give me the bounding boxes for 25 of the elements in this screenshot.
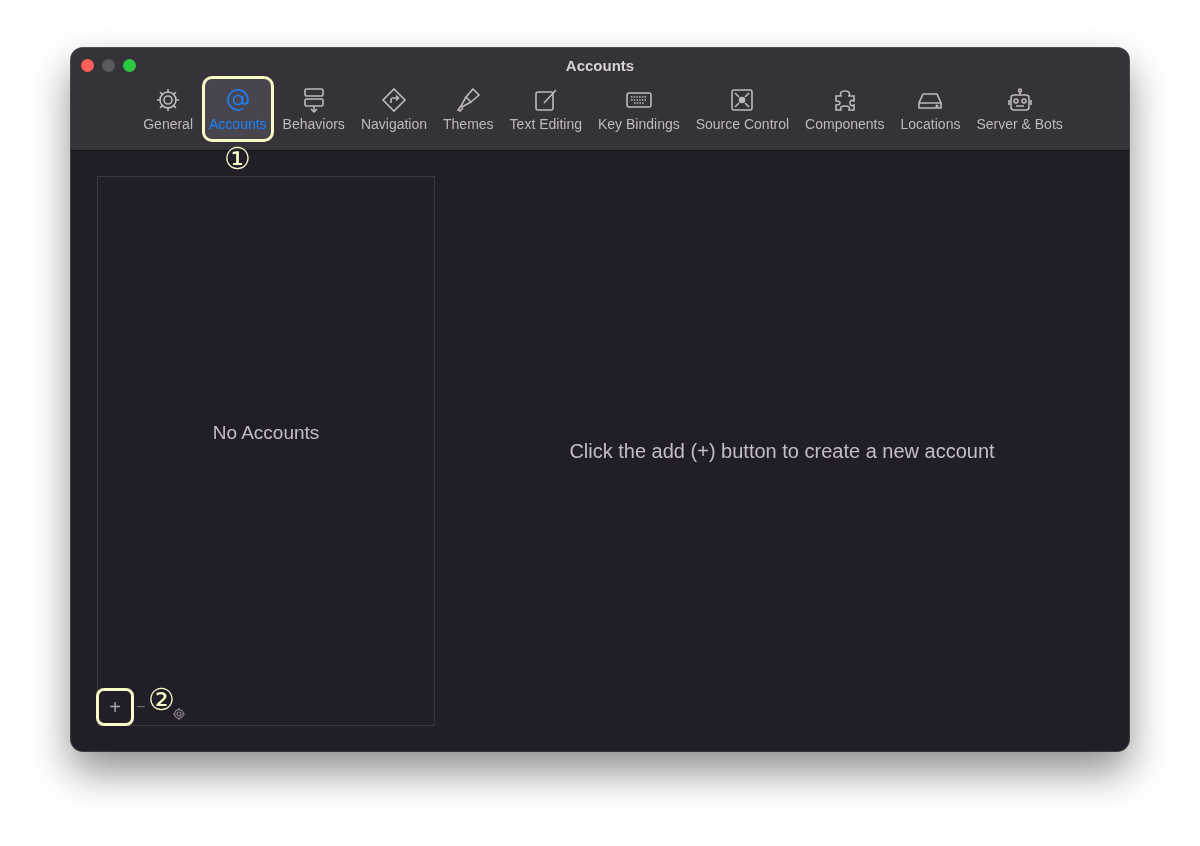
gear-icon[interactable] (172, 707, 186, 721)
toolbar-tab[interactable]: Components (798, 76, 892, 142)
toolbar-tab[interactable]: Navigation (353, 76, 435, 142)
toolbar-tab[interactable]: Behaviors (275, 76, 352, 142)
callout-number: ② (148, 685, 175, 715)
box-icon (729, 86, 756, 113)
toolbar-tab[interactable]: Key Bindings (591, 76, 687, 142)
add-button[interactable]: + (96, 688, 134, 726)
toolbar-tab[interactable]: Server & Bots (969, 76, 1070, 142)
paintbrush-icon (455, 86, 482, 113)
empty-detail-message: Click the add (+) button to create a new account (569, 439, 995, 463)
robot-icon (1006, 86, 1033, 113)
toolbar-tab[interactable]: Locations (893, 76, 968, 142)
signpost-icon (380, 86, 407, 113)
window-title: Accounts (565, 56, 635, 74)
toolbar-tab[interactable]: General (136, 76, 200, 142)
close-button[interactable] (81, 59, 94, 72)
gear-icon (155, 86, 182, 113)
empty-list-text: No Accounts (211, 421, 321, 445)
toolbar-tab[interactable]: Text Editing (502, 76, 589, 142)
at-sign-icon (224, 86, 251, 113)
callout-number: ① (224, 144, 252, 174)
toolbar-tab[interactable]: Source Control (688, 76, 797, 142)
zoom-button[interactable] (123, 59, 136, 72)
toolbar-tab[interactable]: Themes (436, 76, 501, 142)
